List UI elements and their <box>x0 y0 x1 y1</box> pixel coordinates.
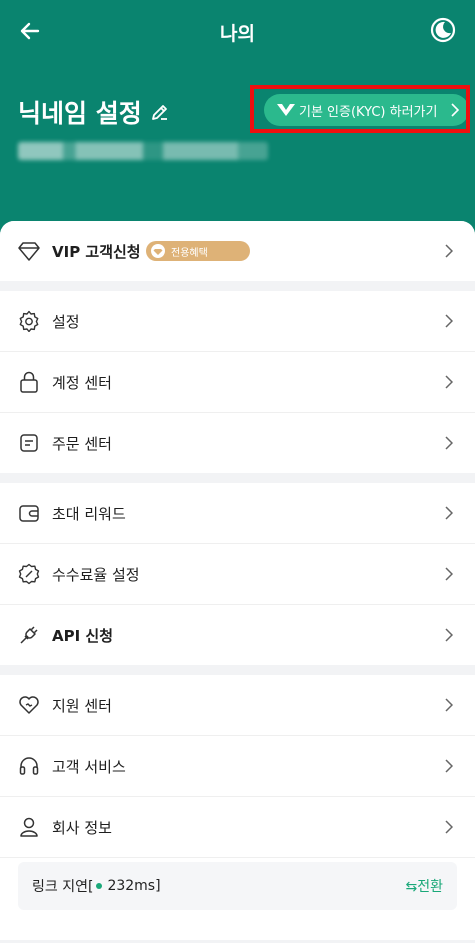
switch-button[interactable]: ⇆전환 <box>406 876 444 896</box>
api-apply-row[interactable]: API 신청 <box>0 605 475 665</box>
invite-rewards-row[interactable]: 초대 리워드 <box>0 483 475 544</box>
moon-icon[interactable] <box>429 16 457 44</box>
percent-badge-icon <box>18 563 40 585</box>
chevron-right-icon <box>445 567 453 581</box>
menu-card: VIP 고객신청 전용혜택 설정 계정 센터 주문 센터 초대 리워드 수수료율… <box>0 221 475 943</box>
latency-prefix: 링크 지연[ <box>32 879 94 895</box>
user-icon <box>20 817 38 837</box>
settings-label: 설정 <box>52 312 80 331</box>
masked-user-id <box>18 142 268 160</box>
chevron-right-icon <box>445 506 453 520</box>
chevron-right-icon <box>445 759 453 773</box>
gear-icon <box>19 310 39 332</box>
account-center-row[interactable]: 계정 센터 <box>0 352 475 413</box>
rewards-section: 초대 리워드 수수료율 설정 API 신청 <box>0 483 475 665</box>
settings-section: 설정 계정 센터 주문 센터 <box>0 291 475 473</box>
vip-section: VIP 고객신청 전용혜택 <box>0 221 475 281</box>
fee-settings-label: 수수료율 설정 <box>52 565 140 584</box>
headset-icon <box>19 757 39 775</box>
latency-status: 링크 지연[ 232ms] <box>32 876 161 896</box>
account-center-label: 계정 센터 <box>52 373 112 392</box>
fee-settings-row[interactable]: 수수료율 설정 <box>0 544 475 605</box>
wallet-icon <box>19 505 39 522</box>
order-center-row[interactable]: 주문 센터 <box>0 413 475 473</box>
customer-service-row[interactable]: 고객 서비스 <box>0 736 475 797</box>
profile-header: 나의 닉네임 설정 기본 인증(KYC) 하러가기 <box>0 0 475 245</box>
order-center-label: 주문 센터 <box>52 434 112 453</box>
page-title: 나의 <box>220 23 255 45</box>
chevron-right-icon <box>445 628 453 642</box>
nickname[interactable]: 닉네임 설정 <box>18 94 142 130</box>
chevron-right-icon <box>445 375 453 389</box>
vip-badge: 전용혜택 <box>146 241 250 261</box>
latency-value: 232ms] <box>107 878 161 894</box>
lock-icon <box>20 371 38 393</box>
chevron-right-icon <box>445 698 453 712</box>
kyc-highlight-box <box>250 85 470 133</box>
api-apply-label: API 신청 <box>52 626 114 645</box>
chevron-right-icon <box>445 244 453 258</box>
diamond-icon <box>18 242 40 261</box>
document-icon <box>20 434 38 452</box>
vip-apply-label: VIP 고객신청 <box>52 242 141 261</box>
chevron-right-icon <box>445 314 453 328</box>
heart-icon <box>19 696 39 714</box>
company-info-label: 회사 정보 <box>52 818 112 837</box>
support-section: 지원 센터 고객 서비스 회사 정보 링크 지연[ 232ms] ⇆전환 <box>0 675 475 940</box>
vip-badge-label: 전용혜택 <box>171 247 208 259</box>
chevron-right-icon <box>445 436 453 450</box>
support-center-label: 지원 센터 <box>52 696 112 715</box>
chevron-right-icon <box>445 820 453 834</box>
plug-icon <box>20 626 38 644</box>
latency-panel: 링크 지연[ 232ms] ⇆전환 <box>18 862 457 910</box>
pencil-icon[interactable] <box>150 102 170 122</box>
settings-row[interactable]: 설정 <box>0 291 475 352</box>
customer-service-label: 고객 서비스 <box>52 757 126 776</box>
invite-rewards-label: 초대 리워드 <box>52 504 126 523</box>
diamond-badge-icon <box>151 244 165 258</box>
company-info-row[interactable]: 회사 정보 <box>0 797 475 858</box>
support-center-row[interactable]: 지원 센터 <box>0 675 475 736</box>
nickname-row[interactable]: 닉네임 설정 <box>18 94 170 130</box>
status-dot <box>96 883 103 889</box>
vip-apply-row[interactable]: VIP 고객신청 전용혜택 <box>0 221 475 281</box>
